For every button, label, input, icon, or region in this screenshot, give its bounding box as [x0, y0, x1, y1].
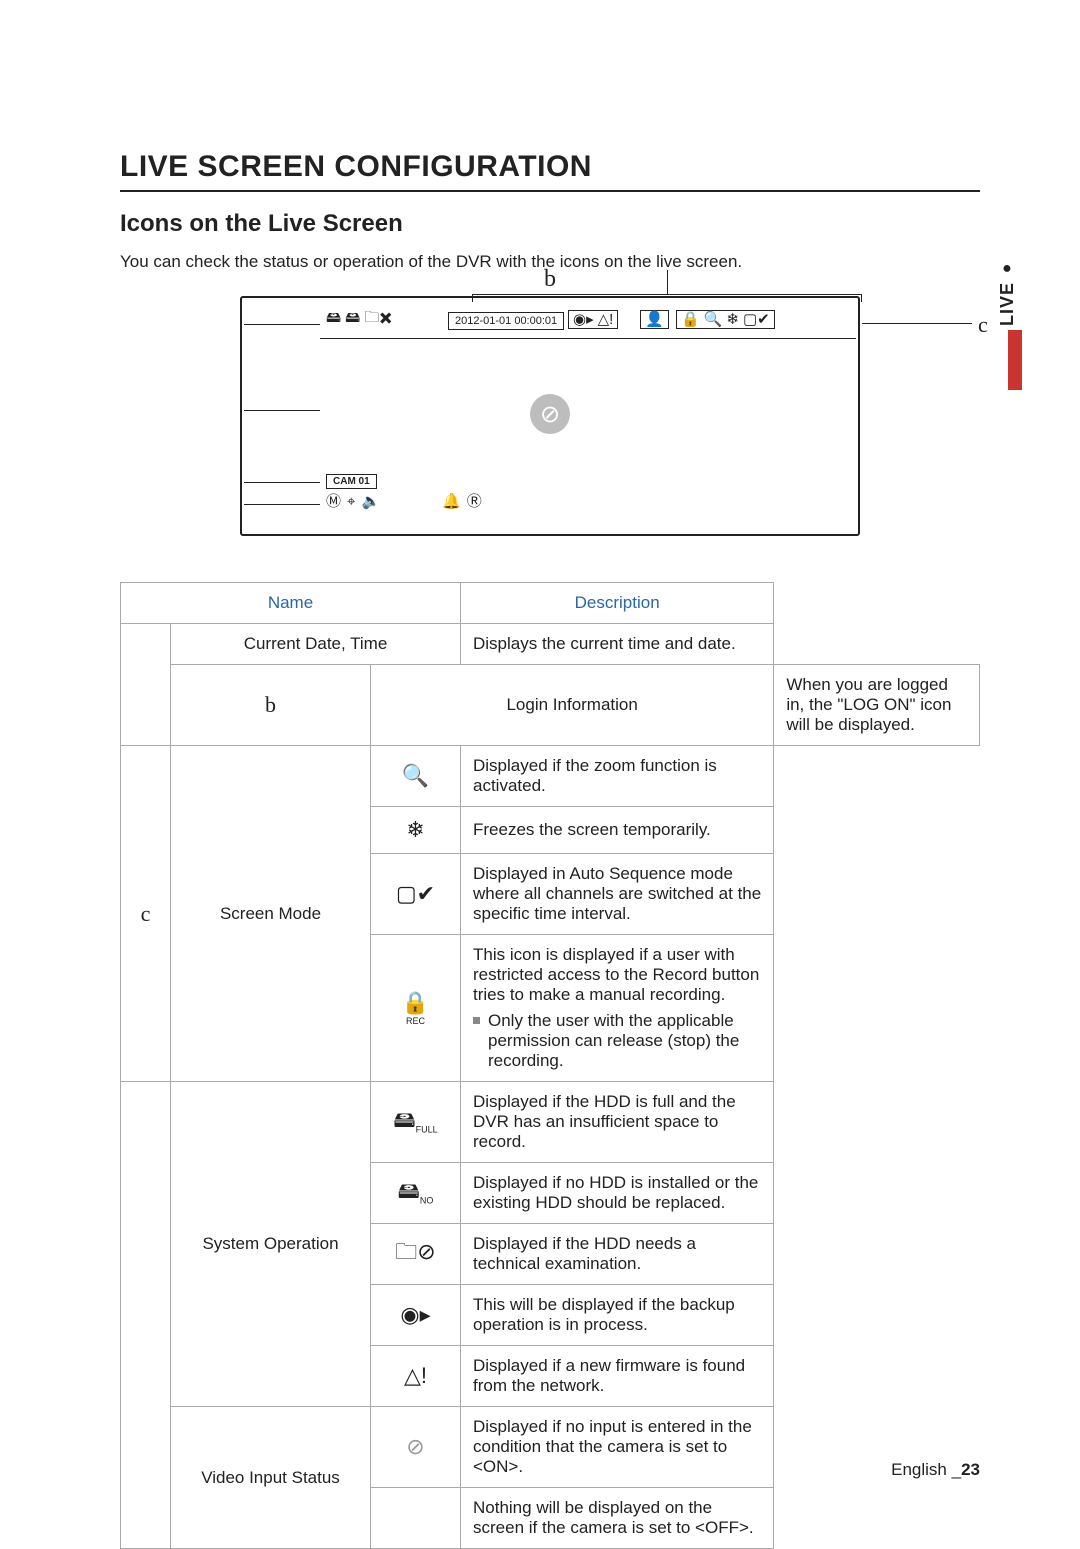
status-icon-group: ◉▸ △! — [568, 310, 618, 329]
row-desc: Displayed if the HDD needs a technical e… — [461, 1224, 774, 1285]
ptz-icon: ⌖ — [347, 494, 355, 509]
row-label: System Operation — [171, 1082, 371, 1407]
camera-label: CAM 01 — [326, 474, 377, 489]
table-row: Video Input Status ⊘ Displayed if no inp… — [121, 1407, 980, 1488]
leader-line — [244, 482, 320, 483]
bullet-icon: ● — [1002, 260, 1012, 278]
row-desc: When you are logged in, the "LOG ON" ico… — [774, 665, 980, 746]
zoom-icon: 🔍 — [704, 312, 723, 327]
side-tab: ● LIVE — [992, 260, 1022, 326]
bracket-b — [472, 294, 862, 302]
channel-icon-group: 🔔 Ⓡ — [442, 494, 482, 509]
row-desc: Nothing will be displayed on the screen … — [461, 1488, 774, 1549]
hdd-warn-icon: 🖴 — [345, 310, 360, 325]
row-desc: Displayed if a new firmware is found fro… — [461, 1346, 774, 1407]
record-icon: Ⓡ — [467, 494, 482, 509]
table-row: System Operation 🖴FULL Displayed if the … — [121, 1082, 980, 1163]
leader-line — [244, 324, 320, 325]
leader-line — [244, 504, 320, 505]
row-label: Screen Mode — [171, 746, 371, 1082]
row-desc: Displayed if the HDD is full and the DVR… — [461, 1082, 774, 1163]
firmware-alert-icon: △! — [598, 312, 614, 327]
row-label: Video Input Status — [171, 1407, 371, 1549]
datetime-box: 2012-01-01 00:00:01 — [448, 312, 564, 330]
diagram-divider — [320, 338, 856, 339]
status-icon-group: 👤 — [640, 310, 669, 329]
row-desc: This will be displayed if the backup ope… — [461, 1285, 774, 1346]
callout-c: c — [978, 312, 988, 338]
bracket-b-stem — [667, 270, 668, 294]
hdd-full-icon: 🖴 — [326, 310, 341, 325]
hdd-fail-icon: 🗀⊘ — [371, 1224, 461, 1285]
bullet-icon — [473, 1017, 480, 1024]
zoom-icon: 🔍 — [371, 746, 461, 807]
page: ● LIVE LIVE SCREEN CONFIGURATION Icons o… — [0, 0, 1080, 1530]
table-header-desc: Description — [461, 583, 774, 624]
hdd-fail-icon: 🗀✖ — [364, 310, 392, 325]
status-icon-group: 🔒 🔍 ❄ ▢✔ — [676, 310, 775, 329]
backup-icon: ◉▸ — [573, 312, 594, 327]
title-rule — [120, 190, 980, 192]
row-label: Login Information — [371, 665, 774, 746]
row-desc: Displays the current time and date. — [461, 624, 774, 665]
sequence-icon: ▢✔ — [371, 854, 461, 935]
alarm-icon: 🔔 — [442, 494, 461, 509]
table-row: Current Date, Time Displays the current … — [121, 624, 980, 665]
side-tab-label: LIVE — [997, 282, 1018, 326]
backup-icon: ◉▸ — [371, 1285, 461, 1346]
status-icon-group: 🖴 🖴 🗀✖ — [326, 310, 392, 325]
hdd-full-icon: 🖴FULL — [371, 1082, 461, 1163]
row-desc: Freezes the screen temporarily. — [461, 807, 774, 854]
row-desc: Displayed if no HDD is installed or the … — [461, 1163, 774, 1224]
callout-b: b — [544, 266, 556, 293]
no-video-icon: ⊘ — [530, 394, 570, 434]
firmware-alert-icon: △! — [371, 1346, 461, 1407]
footer-lang: English — [891, 1460, 947, 1479]
row-note: Only the user with the applicable permis… — [488, 1011, 761, 1071]
row-desc: Displayed if the zoom function is activa… — [461, 746, 774, 807]
no-hdd-icon: 🖴NO — [371, 1163, 461, 1224]
row-letter: b — [171, 665, 371, 746]
row-desc: This icon is displayed if a user with re… — [461, 935, 774, 1082]
page-footer: English _23 — [891, 1460, 980, 1480]
audio-icon: 🔈 — [361, 494, 380, 509]
channel-icon-group: Ⓜ ⌖ 🔈 — [326, 494, 380, 509]
no-video-icon: ⊘ — [371, 1407, 461, 1488]
page-title: LIVE SCREEN CONFIGURATION — [120, 150, 980, 184]
icon-description-table: Name Description Current Date, Time Disp… — [120, 582, 980, 1549]
row-desc: Displayed if no input is entered in the … — [461, 1407, 774, 1488]
footer-page: 23 — [961, 1460, 980, 1479]
rec-lock-icon: 🔒 — [681, 312, 700, 327]
table-row: b Login Information When you are logged … — [121, 665, 980, 746]
table-header-name: Name — [121, 583, 461, 624]
row-desc: Displayed in Auto Sequence mode where al… — [461, 854, 774, 935]
leader-line — [244, 410, 320, 411]
side-accent-bar — [1008, 330, 1022, 390]
freeze-icon: ❄ — [726, 312, 739, 327]
row-label: Current Date, Time — [171, 624, 461, 665]
freeze-icon: ❄ — [371, 807, 461, 854]
motion-icon: Ⓜ — [326, 494, 341, 509]
user-icon: 👤 — [645, 312, 664, 327]
leader-c — [862, 323, 972, 324]
rec-lock-icon: 🔒REC — [371, 935, 461, 1082]
blank-icon — [371, 1488, 461, 1549]
row-letter: c — [121, 746, 171, 1082]
sequence-icon: ▢✔ — [743, 312, 770, 327]
table-row: c Screen Mode 🔍 Displayed if the zoom fu… — [121, 746, 980, 807]
section-title: Icons on the Live Screen — [120, 210, 980, 238]
live-screen-diagram: b c 🖴 🖴 🗀✖ 2012-01-01 00:00:01 ◉▸ △! 👤 🔒… — [240, 296, 860, 536]
